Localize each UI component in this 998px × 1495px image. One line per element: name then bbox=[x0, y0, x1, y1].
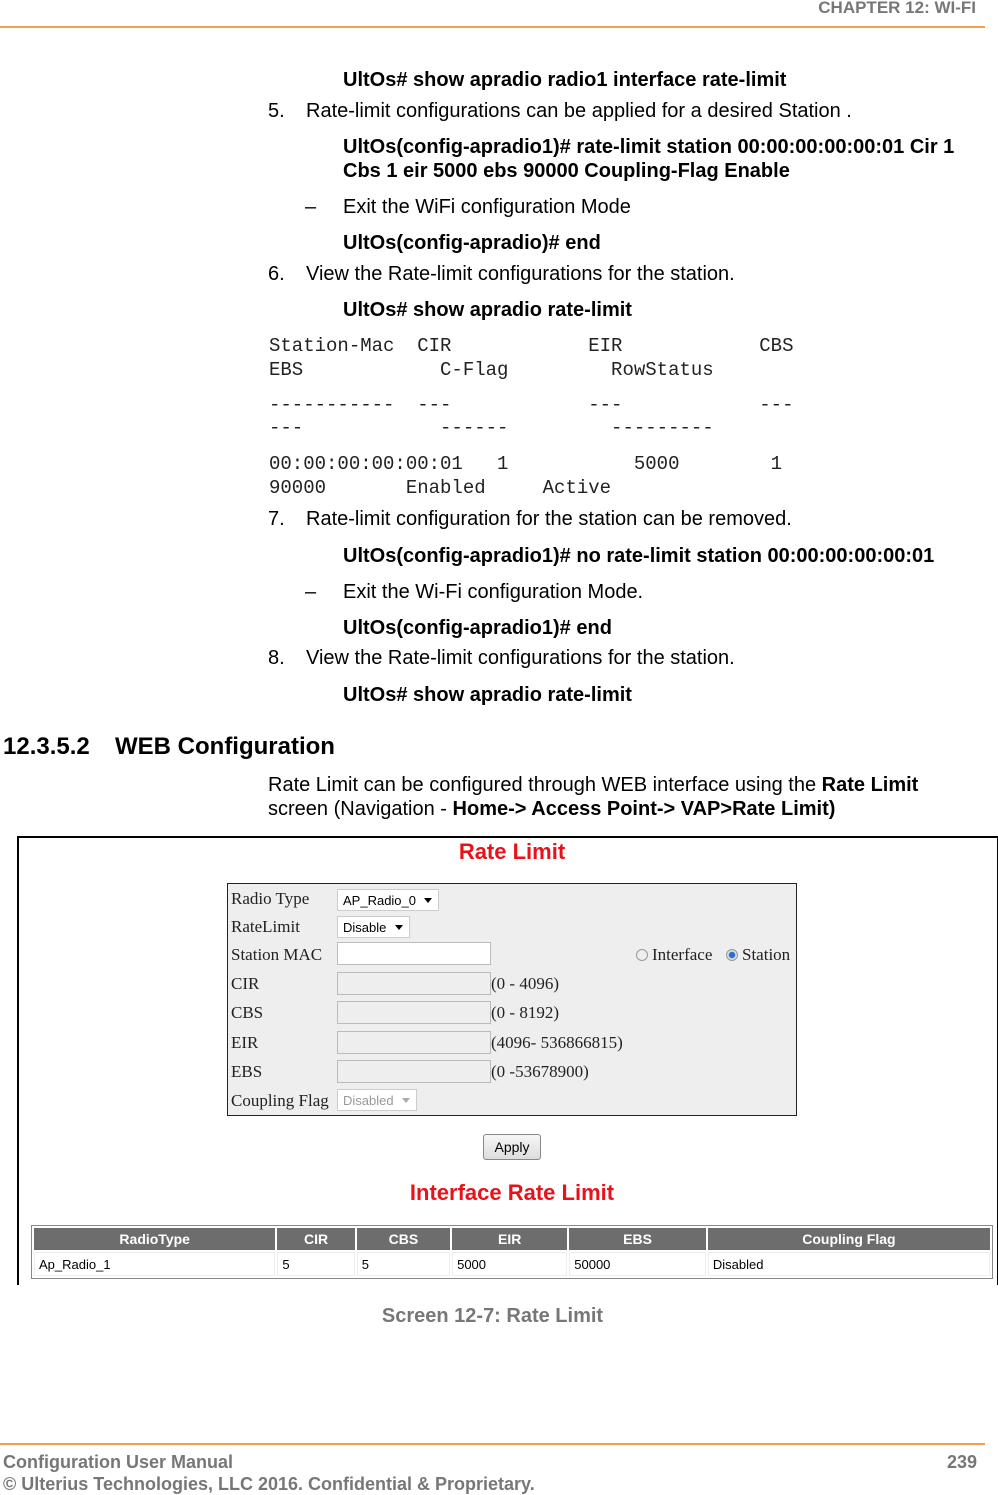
command: UltOs(config-apradio1)# end bbox=[343, 617, 612, 639]
table-cell: Disabled bbox=[707, 1252, 990, 1276]
screen-title: Rate Limit bbox=[458, 839, 566, 864]
interface-rate-limit-table: RadioType CIR CBS EIR EBS Coupling Flag … bbox=[31, 1225, 993, 1279]
rate-limit-form: Radio Type AP_Radio_0 RateLimit Disable … bbox=[227, 883, 797, 1116]
navigation-path: Home-> Access Point-> VAP>Rate Limit) bbox=[452, 798, 836, 820]
command: UltOs# show apradio rate-limit bbox=[343, 299, 632, 321]
eir-range: (4096- 536866815) bbox=[491, 1033, 623, 1052]
step-number: 6. bbox=[268, 263, 285, 285]
text: screen (Navigation - bbox=[268, 798, 453, 820]
output-line: 00:00:00:00:00:01 1 5000 1 bbox=[269, 453, 783, 475]
output-line: --- ------ --------- bbox=[269, 417, 714, 439]
column-header: RadioType bbox=[34, 1228, 276, 1250]
ratelimit-select[interactable]: Disable bbox=[337, 916, 410, 938]
station-mac-label: Station MAC bbox=[231, 945, 323, 964]
command: UltOs(config-apradio1)# rate-limit stati… bbox=[343, 136, 955, 158]
dash-bullet: – bbox=[305, 196, 317, 218]
command: UltOs# show apradio radio1 interface rat… bbox=[343, 69, 787, 91]
bullet-text: Exit the WiFi configuration Mode bbox=[343, 196, 631, 218]
ebs-input[interactable] bbox=[337, 1060, 491, 1083]
column-header: EIR bbox=[452, 1228, 568, 1250]
paragraph-line: Rate Limit can be configured through WEB… bbox=[268, 774, 918, 797]
bold-text: Rate Limit bbox=[821, 774, 919, 796]
station-radio-option[interactable]: Station bbox=[726, 945, 790, 965]
coupling-flag-select[interactable]: Disabled bbox=[337, 1089, 417, 1111]
table-cell: 50000 bbox=[569, 1252, 706, 1276]
dash-bullet: – bbox=[305, 581, 317, 603]
interface-radio-option[interactable]: Interface bbox=[636, 945, 712, 965]
station-mac-input[interactable] bbox=[337, 942, 491, 965]
section-title: WEB Configuration bbox=[115, 733, 335, 760]
radio-button[interactable] bbox=[636, 949, 648, 961]
step-number: 5. bbox=[268, 100, 285, 122]
cir-input[interactable] bbox=[337, 972, 491, 995]
page-number: 239 bbox=[946, 1452, 977, 1472]
table-cell: 5 bbox=[277, 1252, 355, 1276]
eir-label: EIR bbox=[231, 1033, 259, 1052]
cbs-label: CBS bbox=[231, 1003, 264, 1022]
ebs-label: EBS bbox=[231, 1062, 263, 1081]
command: UltOs(config-apradio1)# no rate-limit st… bbox=[343, 545, 935, 567]
table-row: Ap_Radio_1 5 5 5000 50000 Disabled bbox=[34, 1252, 990, 1276]
step-text: Rate-limit configuration for the station… bbox=[306, 508, 792, 530]
bullet-text: Exit the Wi-Fi configuration Mode. bbox=[343, 581, 644, 603]
figure-caption: Screen 12-7: Rate Limit bbox=[381, 1305, 604, 1327]
cbs-input[interactable] bbox=[337, 1001, 491, 1024]
step-text: View the Rate-limit configurations for t… bbox=[306, 263, 735, 285]
column-header: CIR bbox=[277, 1228, 355, 1250]
table-cell: 5 bbox=[356, 1252, 451, 1276]
coupling-flag-label: Coupling Flag bbox=[231, 1091, 329, 1110]
output-line: Station-Mac CIR EIR CBS bbox=[269, 335, 794, 357]
output-line: EBS C-Flag RowStatus bbox=[269, 359, 714, 381]
output-line: 90000 Enabled Active bbox=[269, 477, 612, 499]
cir-label: CIR bbox=[231, 974, 260, 993]
interface-label: Interface bbox=[652, 945, 713, 964]
interface-rate-limit-title: Interface Rate Limit bbox=[409, 1180, 615, 1205]
ebs-range: (0 -53678900) bbox=[491, 1062, 589, 1081]
column-header: EBS bbox=[569, 1228, 706, 1250]
footer-copyright: © Ulterius Technologies, LLC 2016. Confi… bbox=[3, 1474, 535, 1494]
station-label: Station bbox=[742, 945, 791, 964]
command: Cbs 1 eir 5000 ebs 90000 Coupling-Flag E… bbox=[343, 160, 790, 182]
radio-type-label: Radio Type bbox=[231, 889, 310, 908]
table-header-row: RadioType CIR CBS EIR EBS Coupling Flag bbox=[34, 1228, 990, 1250]
chapter-header: CHAPTER 12: WI-FI bbox=[818, 0, 976, 17]
footer-manual: Configuration User Manual bbox=[3, 1452, 234, 1472]
step-text: View the Rate-limit configurations for t… bbox=[306, 647, 735, 669]
radio-button-selected[interactable] bbox=[726, 949, 738, 961]
column-header: Coupling Flag bbox=[707, 1228, 990, 1250]
eir-input[interactable] bbox=[337, 1031, 491, 1054]
text: Rate Limit can be configured through WEB… bbox=[268, 774, 822, 796]
command: UltOs# show apradio rate-limit bbox=[343, 684, 632, 706]
column-header: CBS bbox=[356, 1228, 451, 1250]
document-page: CHAPTER 12: WI-FI UltOs# show apradio ra… bbox=[0, 0, 998, 1495]
step-text: Rate-limit configurations can be applied… bbox=[306, 100, 852, 122]
paragraph-line: screen (Navigation - Home-> Access Point… bbox=[268, 798, 835, 821]
section-number: 12.3.5.2 bbox=[3, 733, 90, 760]
cir-range: (0 - 4096) bbox=[491, 974, 559, 993]
apply-button[interactable]: Apply bbox=[483, 1134, 541, 1160]
radio-type-select[interactable]: AP_Radio_0 bbox=[337, 889, 439, 911]
table-cell: Ap_Radio_1 bbox=[34, 1252, 276, 1276]
ratelimit-label: RateLimit bbox=[231, 917, 300, 936]
output-line: ----------- --- --- --- bbox=[269, 394, 794, 416]
step-number: 8. bbox=[268, 647, 285, 669]
command: UltOs(config-apradio)# end bbox=[343, 232, 601, 254]
cbs-range: (0 - 8192) bbox=[491, 1003, 559, 1022]
header-divider bbox=[0, 26, 985, 28]
step-number: 7. bbox=[268, 508, 285, 530]
table-cell: 5000 bbox=[452, 1252, 568, 1276]
footer-divider bbox=[0, 1443, 985, 1445]
